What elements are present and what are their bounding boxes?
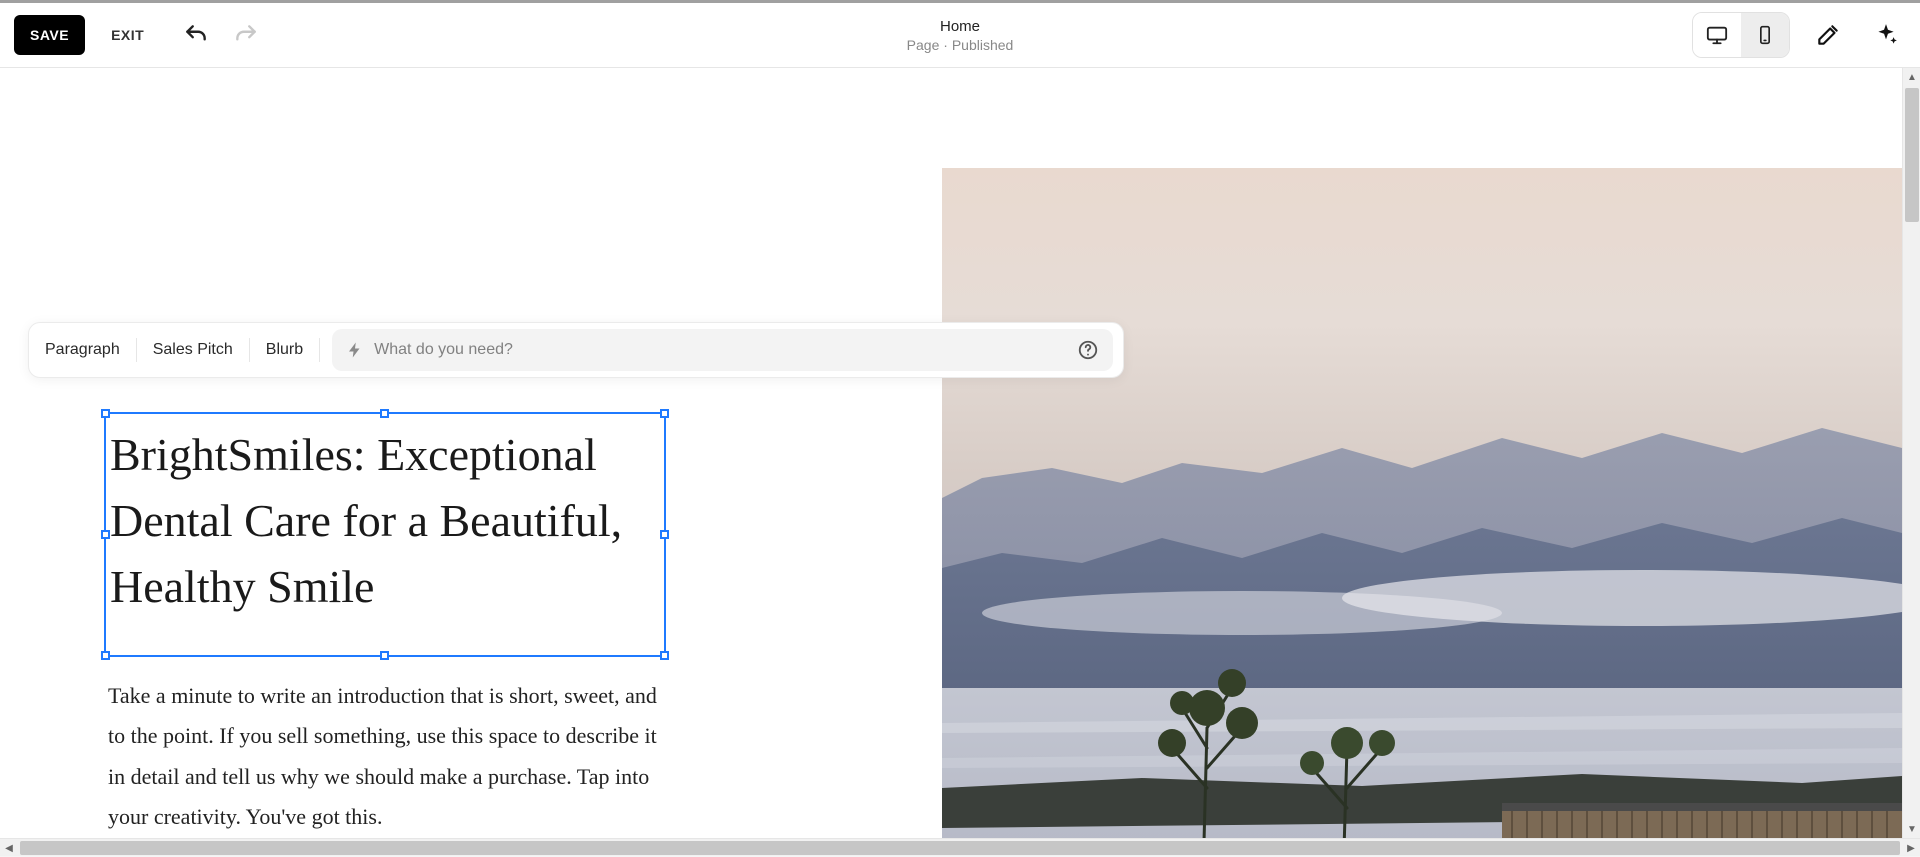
ai-tab-blurb[interactable]: Blurb [250,338,320,362]
header-right-group [1692,12,1906,58]
sparkle-icon [1873,22,1899,48]
undo-button[interactable] [180,19,212,51]
resize-handle-bm[interactable] [380,651,389,660]
bolt-icon [346,340,364,360]
desktop-view-button[interactable] [1693,13,1741,57]
selected-heading-block[interactable]: BrightSmiles: Exceptional Dental Care fo… [104,412,666,657]
exit-button[interactable]: EXIT [99,17,156,53]
horizontal-scroll-thumb[interactable] [20,841,1900,855]
resize-handle-tl[interactable] [101,409,110,418]
resize-handle-br[interactable] [660,651,669,660]
brush-icon [1815,22,1841,48]
page-title: Home [907,18,1014,35]
redo-icon [233,22,259,48]
ai-input-wrap [332,329,1113,371]
body-text-block[interactable]: Take a minute to write an introduction t… [108,676,664,838]
ai-tab-paragraph[interactable]: Paragraph [45,338,137,362]
resize-handle-mr[interactable] [660,530,669,539]
ai-assist-toolbar: Paragraph Sales Pitch Blurb [28,322,1124,378]
redo-button[interactable] [230,19,262,51]
ai-prompt-input[interactable] [374,341,1067,359]
scroll-down-button[interactable]: ▼ [1903,820,1920,838]
resize-handle-tr[interactable] [660,409,669,418]
mobile-view-button[interactable] [1741,13,1789,57]
sparkle-button[interactable] [1866,15,1906,55]
mobile-icon [1755,24,1775,46]
resize-handle-ml[interactable] [101,530,110,539]
undo-icon [183,22,209,48]
resize-handle-tm[interactable] [380,409,389,418]
vertical-scroll-thumb[interactable] [1905,88,1919,222]
canvas-content: Paragraph Sales Pitch Blurb BrightSmiles… [0,68,1902,838]
vertical-scrollbar[interactable]: ▲ ▼ [1902,68,1920,838]
history-group [180,19,262,51]
body-text[interactable]: Take a minute to write an introduction t… [108,676,664,838]
header-center: Home Page · Published [907,18,1014,53]
scroll-left-button[interactable]: ◀ [0,839,18,857]
chevron-right-icon: ▶ [1907,843,1915,854]
heading-text[interactable]: BrightSmiles: Exceptional Dental Care fo… [106,414,664,621]
chevron-left-icon: ◀ [5,843,13,854]
resize-handle-bl[interactable] [101,651,110,660]
editor-header: SAVE EXIT Home Page · Published [0,3,1920,68]
help-icon[interactable] [1077,339,1099,361]
ai-tab-sales-pitch[interactable]: Sales Pitch [137,338,250,362]
chevron-down-icon: ▼ [1907,824,1917,835]
horizontal-scrollbar[interactable]: ◀ ▶ [0,838,1920,856]
scroll-right-button[interactable]: ▶ [1902,839,1920,857]
hero-image [942,168,1902,838]
desktop-icon [1706,24,1728,46]
save-button[interactable]: SAVE [14,15,85,55]
brush-button[interactable] [1808,15,1848,55]
chevron-up-icon: ▲ [1907,72,1917,83]
header-left-group: SAVE EXIT [14,15,262,55]
scroll-up-button[interactable]: ▲ [1903,68,1920,86]
editor-canvas[interactable]: Paragraph Sales Pitch Blurb BrightSmiles… [0,68,1902,838]
page-subtitle: Page · Published [907,37,1014,53]
device-toggle-group [1692,12,1790,58]
